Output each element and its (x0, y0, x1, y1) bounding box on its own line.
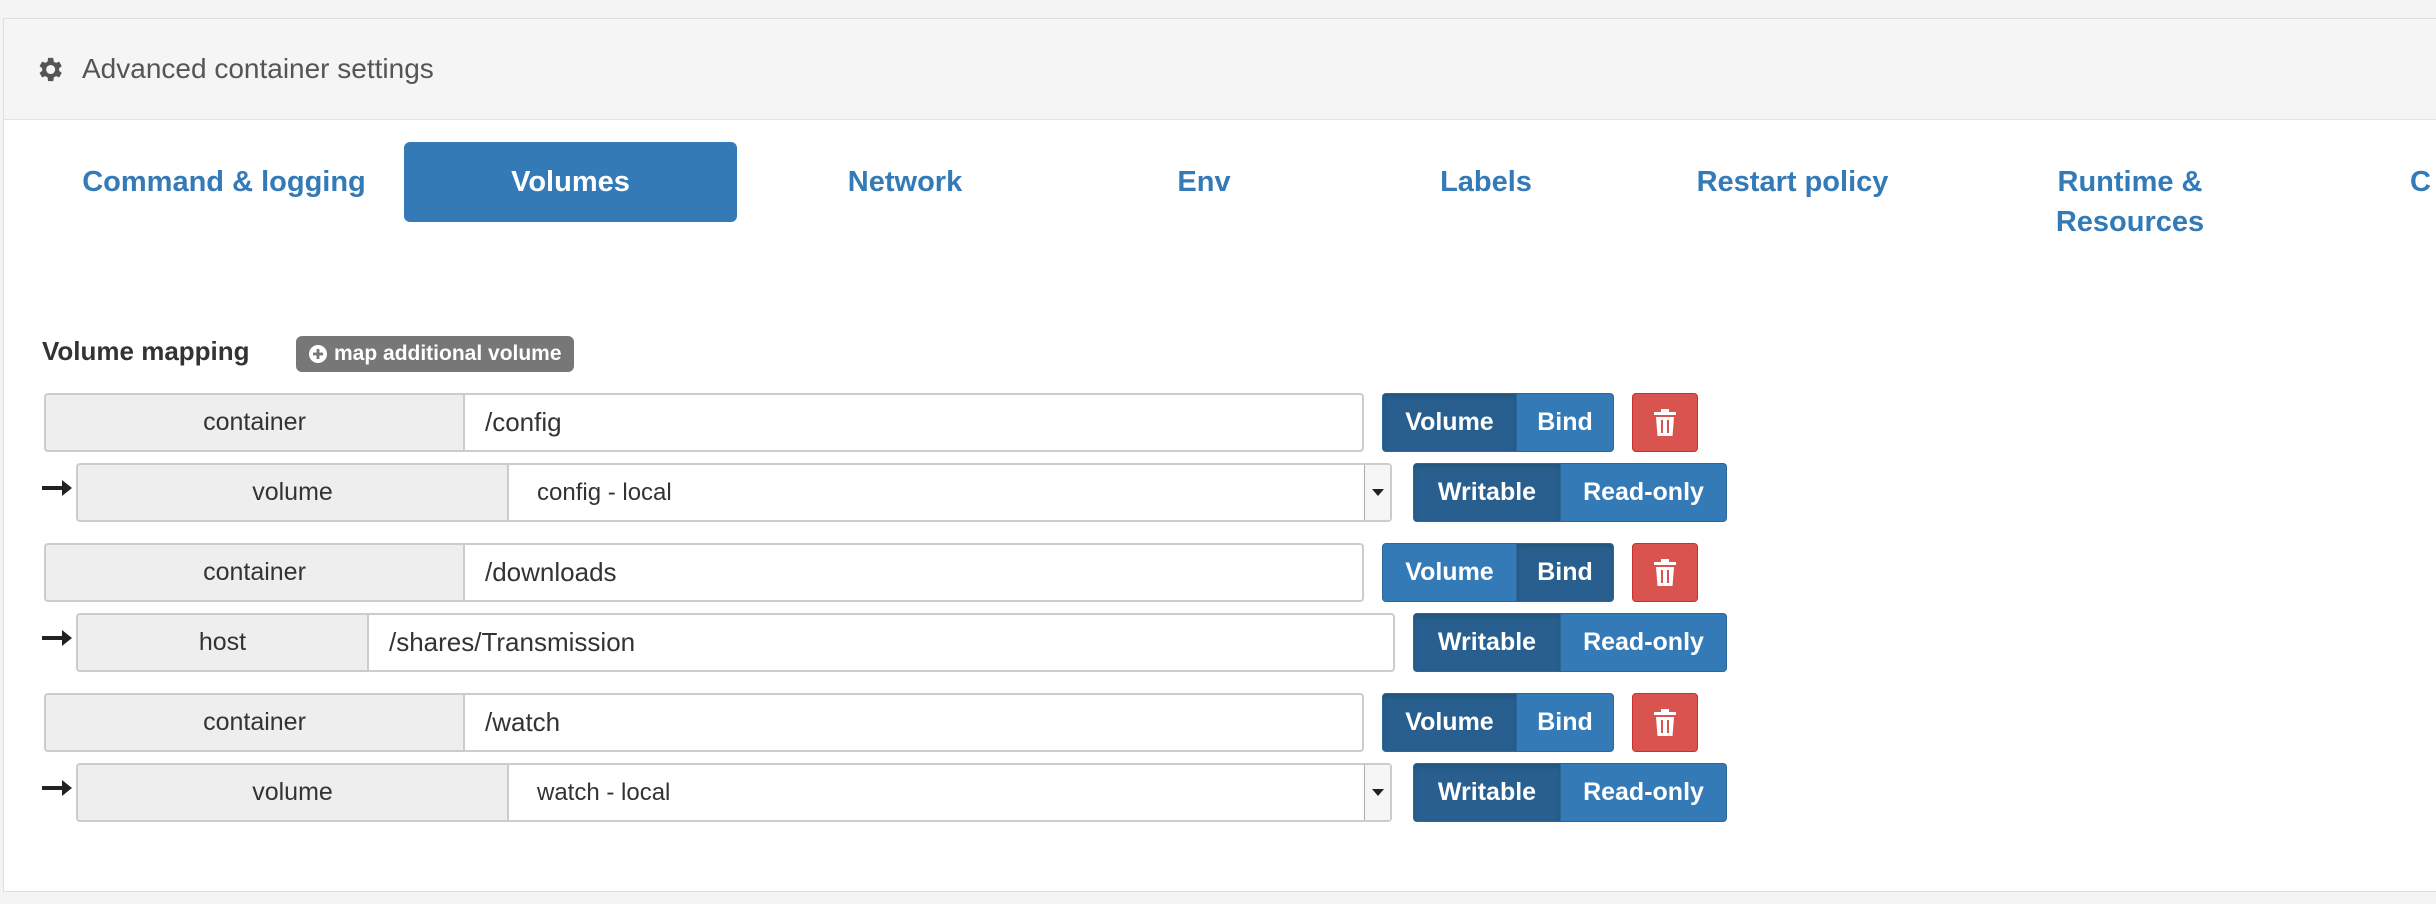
tab-runtime-resources[interactable]: Runtime & Resources (2030, 142, 2230, 238)
chevron-down-icon (1364, 465, 1390, 520)
tab-labels[interactable]: Labels (1370, 142, 1602, 222)
read-only-button[interactable]: Read-only (1561, 763, 1727, 822)
plus-circle-icon (309, 345, 327, 363)
tab-volumes[interactable]: Volumes (404, 142, 737, 222)
container-path-group: container /config (44, 393, 1364, 452)
settings-tabs: Command & logging Volumes Network Env La… (0, 142, 2436, 238)
bind-type-button[interactable]: Bind (1517, 693, 1614, 752)
volume-type-button[interactable]: Volume (1382, 393, 1517, 452)
volume-type-toggle: Volume Bind (1382, 693, 1614, 752)
writable-button[interactable]: Writable (1413, 613, 1561, 672)
access-mode-toggle: Writable Read-only (1413, 613, 1727, 672)
tab-command-logging[interactable]: Command & logging (60, 142, 388, 222)
writable-button[interactable]: Writable (1413, 763, 1561, 822)
volume-target-group: volume watch - local (76, 763, 1392, 822)
host-path-input[interactable]: /shares/Transmission (367, 613, 1395, 672)
tab-runtime-label: Runtime & (2057, 166, 2203, 198)
container-label: container (44, 393, 463, 452)
remove-volume-button[interactable] (1632, 543, 1698, 602)
panel-title: Advanced container settings (82, 53, 434, 84)
access-mode-toggle: Writable Read-only (1413, 763, 1727, 822)
map-additional-volume-label: map additional volume (334, 342, 562, 365)
trash-icon (1654, 709, 1676, 736)
arrow-right-icon (42, 780, 72, 796)
writable-button[interactable]: Writable (1413, 463, 1561, 522)
volume-mapping-row: container /downloads Volume Bind (0, 543, 1800, 602)
remove-volume-button[interactable] (1632, 693, 1698, 752)
volume-type-toggle: Volume Bind (1382, 393, 1614, 452)
trash-icon (1654, 559, 1676, 586)
host-target-group: host /shares/Transmission (76, 613, 1395, 672)
tab-network[interactable]: Network (760, 142, 1050, 222)
panel-header: Advanced container settings (4, 19, 2436, 120)
container-label: container (44, 693, 463, 752)
chevron-down-icon (1364, 765, 1390, 820)
remove-volume-button[interactable] (1632, 393, 1698, 452)
volume-mapping-row: container /watch Volume Bind (0, 693, 1800, 752)
volume-select-value: config - local (537, 478, 672, 506)
volume-select[interactable]: config - local (507, 463, 1392, 522)
volume-select[interactable]: watch - local (507, 763, 1392, 822)
volume-target-row: volume config - local Writable Read-only (0, 463, 1800, 522)
container-path-group: container /downloads (44, 543, 1364, 602)
host-label: host (76, 613, 367, 672)
arrow-right-icon (42, 630, 72, 646)
volume-mapping-row: container /config Volume Bind (0, 393, 1800, 452)
container-path-input[interactable]: /watch (463, 693, 1364, 752)
gear-icon (39, 57, 62, 81)
volume-type-toggle: Volume Bind (1382, 543, 1614, 602)
container-path-group: container /watch (44, 693, 1364, 752)
arrow-right-icon (42, 480, 72, 496)
container-path-input[interactable]: /downloads (463, 543, 1364, 602)
tab-resources-label: Resources (2055, 206, 2205, 238)
volume-target-group: volume config - local (76, 463, 1392, 522)
tab-restart-policy[interactable]: Restart policy (1660, 142, 1925, 222)
volume-label: volume (76, 463, 507, 522)
volume-mapping-title: Volume mapping (42, 336, 250, 366)
volume-target-row: volume watch - local Writable Read-only (0, 763, 1800, 822)
volume-type-button[interactable]: Volume (1382, 543, 1517, 602)
tab-env[interactable]: Env (1095, 142, 1313, 222)
read-only-button[interactable]: Read-only (1561, 463, 1727, 522)
container-path-input[interactable]: /config (463, 393, 1364, 452)
volume-type-button[interactable]: Volume (1382, 693, 1517, 752)
trash-icon (1654, 409, 1676, 436)
container-label: container (44, 543, 463, 602)
map-additional-volume-button[interactable]: map additional volume (296, 336, 574, 372)
volume-select-value: watch - local (537, 778, 671, 806)
access-mode-toggle: Writable Read-only (1413, 463, 1727, 522)
bind-type-button[interactable]: Bind (1517, 393, 1614, 452)
read-only-button[interactable]: Read-only (1561, 613, 1727, 672)
volume-target-row: host /shares/Transmission Writable Read-… (0, 613, 1800, 672)
tab-overflow[interactable]: C (2410, 142, 2436, 222)
volume-label: volume (76, 763, 507, 822)
bind-type-button[interactable]: Bind (1517, 543, 1614, 602)
